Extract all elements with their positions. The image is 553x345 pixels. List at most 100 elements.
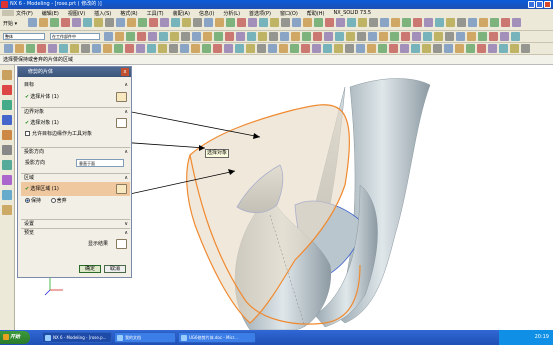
toolbar-tool-icon[interactable] — [149, 18, 158, 27]
toolbar-tool-icon[interactable] — [512, 18, 521, 27]
toolbar-tool-icon[interactable] — [4, 44, 13, 53]
toolbar-tool-icon[interactable] — [412, 32, 421, 41]
menu-assemblies[interactable]: 装配(A) — [173, 10, 190, 17]
region-header[interactable]: 区域 ∧ — [21, 173, 130, 182]
toolbar-tool-icon[interactable] — [148, 32, 157, 41]
menu-edit[interactable]: 编辑(E) — [42, 10, 59, 17]
toolbar-tool-icon[interactable] — [367, 44, 376, 53]
show-result-button[interactable] — [116, 239, 127, 249]
toolbar-tool-icon[interactable] — [347, 18, 356, 27]
toolbar-tool-icon[interactable] — [94, 18, 103, 27]
toolbar-tool-icon[interactable] — [192, 32, 201, 41]
toolbar-tool-icon[interactable] — [115, 32, 124, 41]
toolbar-tool-icon[interactable] — [126, 32, 135, 41]
toolbar-tool-icon[interactable] — [269, 32, 278, 41]
toolbar-tool-icon[interactable] — [235, 44, 244, 53]
toolbar-tool-icon[interactable] — [290, 44, 299, 53]
toolbar-tool-icon[interactable] — [136, 44, 145, 53]
toolbar-tool-icon[interactable] — [268, 44, 277, 53]
toolbar-tool-icon[interactable] — [214, 32, 223, 41]
preview-header[interactable]: 预览 ∧ — [21, 228, 130, 237]
toolbar-tool-icon[interactable] — [236, 32, 245, 41]
toolbar-tool-icon[interactable] — [499, 44, 508, 53]
toolbar-tool-icon[interactable] — [456, 32, 465, 41]
toolbar-tool-icon[interactable] — [511, 32, 520, 41]
toolbar-tool-icon[interactable] — [455, 44, 464, 53]
system-materials-icon[interactable] — [2, 160, 12, 170]
toolbar-tool-icon[interactable] — [358, 18, 367, 27]
toolbar-tool-icon[interactable] — [468, 18, 477, 27]
start-menu-button[interactable]: 开始 — [0, 331, 30, 344]
toolbar-tool-icon[interactable] — [313, 32, 322, 41]
target-header[interactable]: 目标 ∧ — [21, 81, 130, 90]
toolbar-tool-icon[interactable] — [490, 18, 499, 27]
task-my-documents[interactable]: 我的文档 — [114, 332, 176, 343]
toolbar-tool-icon[interactable] — [291, 32, 300, 41]
toolbar-tool-icon[interactable] — [257, 44, 266, 53]
toolbar-tool-icon[interactable] — [301, 44, 310, 53]
select-sheet-row[interactable]: ✔选择片体 (1) — [21, 90, 130, 104]
toolbar-tool-icon[interactable] — [279, 44, 288, 53]
keep-radio[interactable] — [25, 198, 30, 203]
toolbar-tool-icon[interactable] — [423, 32, 432, 41]
selection-filter[interactable]: 整体 — [3, 33, 45, 40]
toolbar-tool-icon[interactable] — [467, 32, 476, 41]
toolbar-tool-icon[interactable] — [457, 18, 466, 27]
toolbar-tool-icon[interactable] — [378, 44, 387, 53]
toolbar-tool-icon[interactable] — [422, 44, 431, 53]
toolbar-tool-icon[interactable] — [380, 18, 389, 27]
toolbar-tool-icon[interactable] — [226, 18, 235, 27]
discard-radio[interactable] — [50, 198, 56, 203]
start-button[interactable]: 开始 ▾ — [3, 20, 17, 27]
toolbar-tool-icon[interactable] — [357, 32, 366, 41]
toolbar-tool-icon[interactable] — [501, 18, 510, 27]
toolbar-tool-icon[interactable] — [158, 44, 167, 53]
toolbar-tool-icon[interactable] — [391, 18, 400, 27]
toolbar-tool-icon[interactable] — [127, 18, 136, 27]
roles-icon[interactable] — [2, 190, 12, 200]
toolbar-tool-icon[interactable] — [180, 44, 189, 53]
toolbar-tool-icon[interactable] — [237, 18, 246, 27]
toolbar-tool-icon[interactable] — [312, 44, 321, 53]
select-object-button[interactable] — [116, 118, 127, 128]
toolbar-tool-icon[interactable] — [292, 18, 301, 27]
task-word-doc[interactable]: UG6修剪片体.doc - Micr... — [178, 332, 256, 343]
toolbar-tool-icon[interactable] — [103, 44, 112, 53]
toolbar-tool-icon[interactable] — [26, 44, 35, 53]
toolbar-tool-icon[interactable] — [489, 32, 498, 41]
toolbar-tool-icon[interactable] — [48, 44, 57, 53]
toolbar-tool-icon[interactable] — [510, 44, 519, 53]
toolbar-tool-icon[interactable] — [466, 44, 475, 53]
toolbar-tool-icon[interactable] — [171, 18, 180, 27]
web-browser-icon[interactable] — [2, 130, 12, 140]
toolbar-tool-icon[interactable] — [125, 44, 134, 53]
menu-tools[interactable]: 工具(T) — [147, 10, 164, 17]
toolbar-tool-icon[interactable] — [335, 32, 344, 41]
toolbar-tool-icon[interactable] — [314, 18, 323, 27]
toolbar-tool-icon[interactable] — [345, 44, 354, 53]
toolbar-tool-icon[interactable] — [270, 18, 279, 27]
toolbar-tool-icon[interactable] — [203, 32, 212, 41]
toolbar-tool-icon[interactable] — [479, 18, 488, 27]
selection-scope[interactable]: 在工作部件中 — [50, 33, 100, 40]
toolbar-tool-icon[interactable] — [411, 44, 420, 53]
toolbar-tool-icon[interactable] — [72, 18, 81, 27]
select-region-button[interactable] — [116, 184, 127, 194]
toolbar-tool-icon[interactable] — [215, 18, 224, 27]
toolbar-tool-icon[interactable] — [15, 44, 24, 53]
menu-view[interactable]: 视图(V) — [68, 10, 85, 17]
close-button[interactable] — [544, 1, 551, 8]
toolbar-tool-icon[interactable] — [336, 18, 345, 27]
constraint-navigator-icon[interactable] — [2, 85, 12, 95]
toolbar-tool-icon[interactable] — [137, 32, 146, 41]
toolbar-tool-icon[interactable] — [39, 18, 48, 27]
menu-file[interactable]: 文件(F) — [16, 10, 33, 17]
toolbar-tool-icon[interactable] — [247, 32, 256, 41]
cancel-button[interactable]: 取消 — [104, 265, 126, 273]
system-scenes-icon[interactable] — [2, 205, 12, 215]
allow-edges-checkbox[interactable] — [25, 131, 30, 136]
assembly-navigator-icon[interactable] — [2, 70, 12, 80]
toolbar-tool-icon[interactable] — [413, 18, 422, 27]
toolbar-tool-icon[interactable] — [488, 44, 497, 53]
toolbar-tool-icon[interactable] — [400, 44, 409, 53]
